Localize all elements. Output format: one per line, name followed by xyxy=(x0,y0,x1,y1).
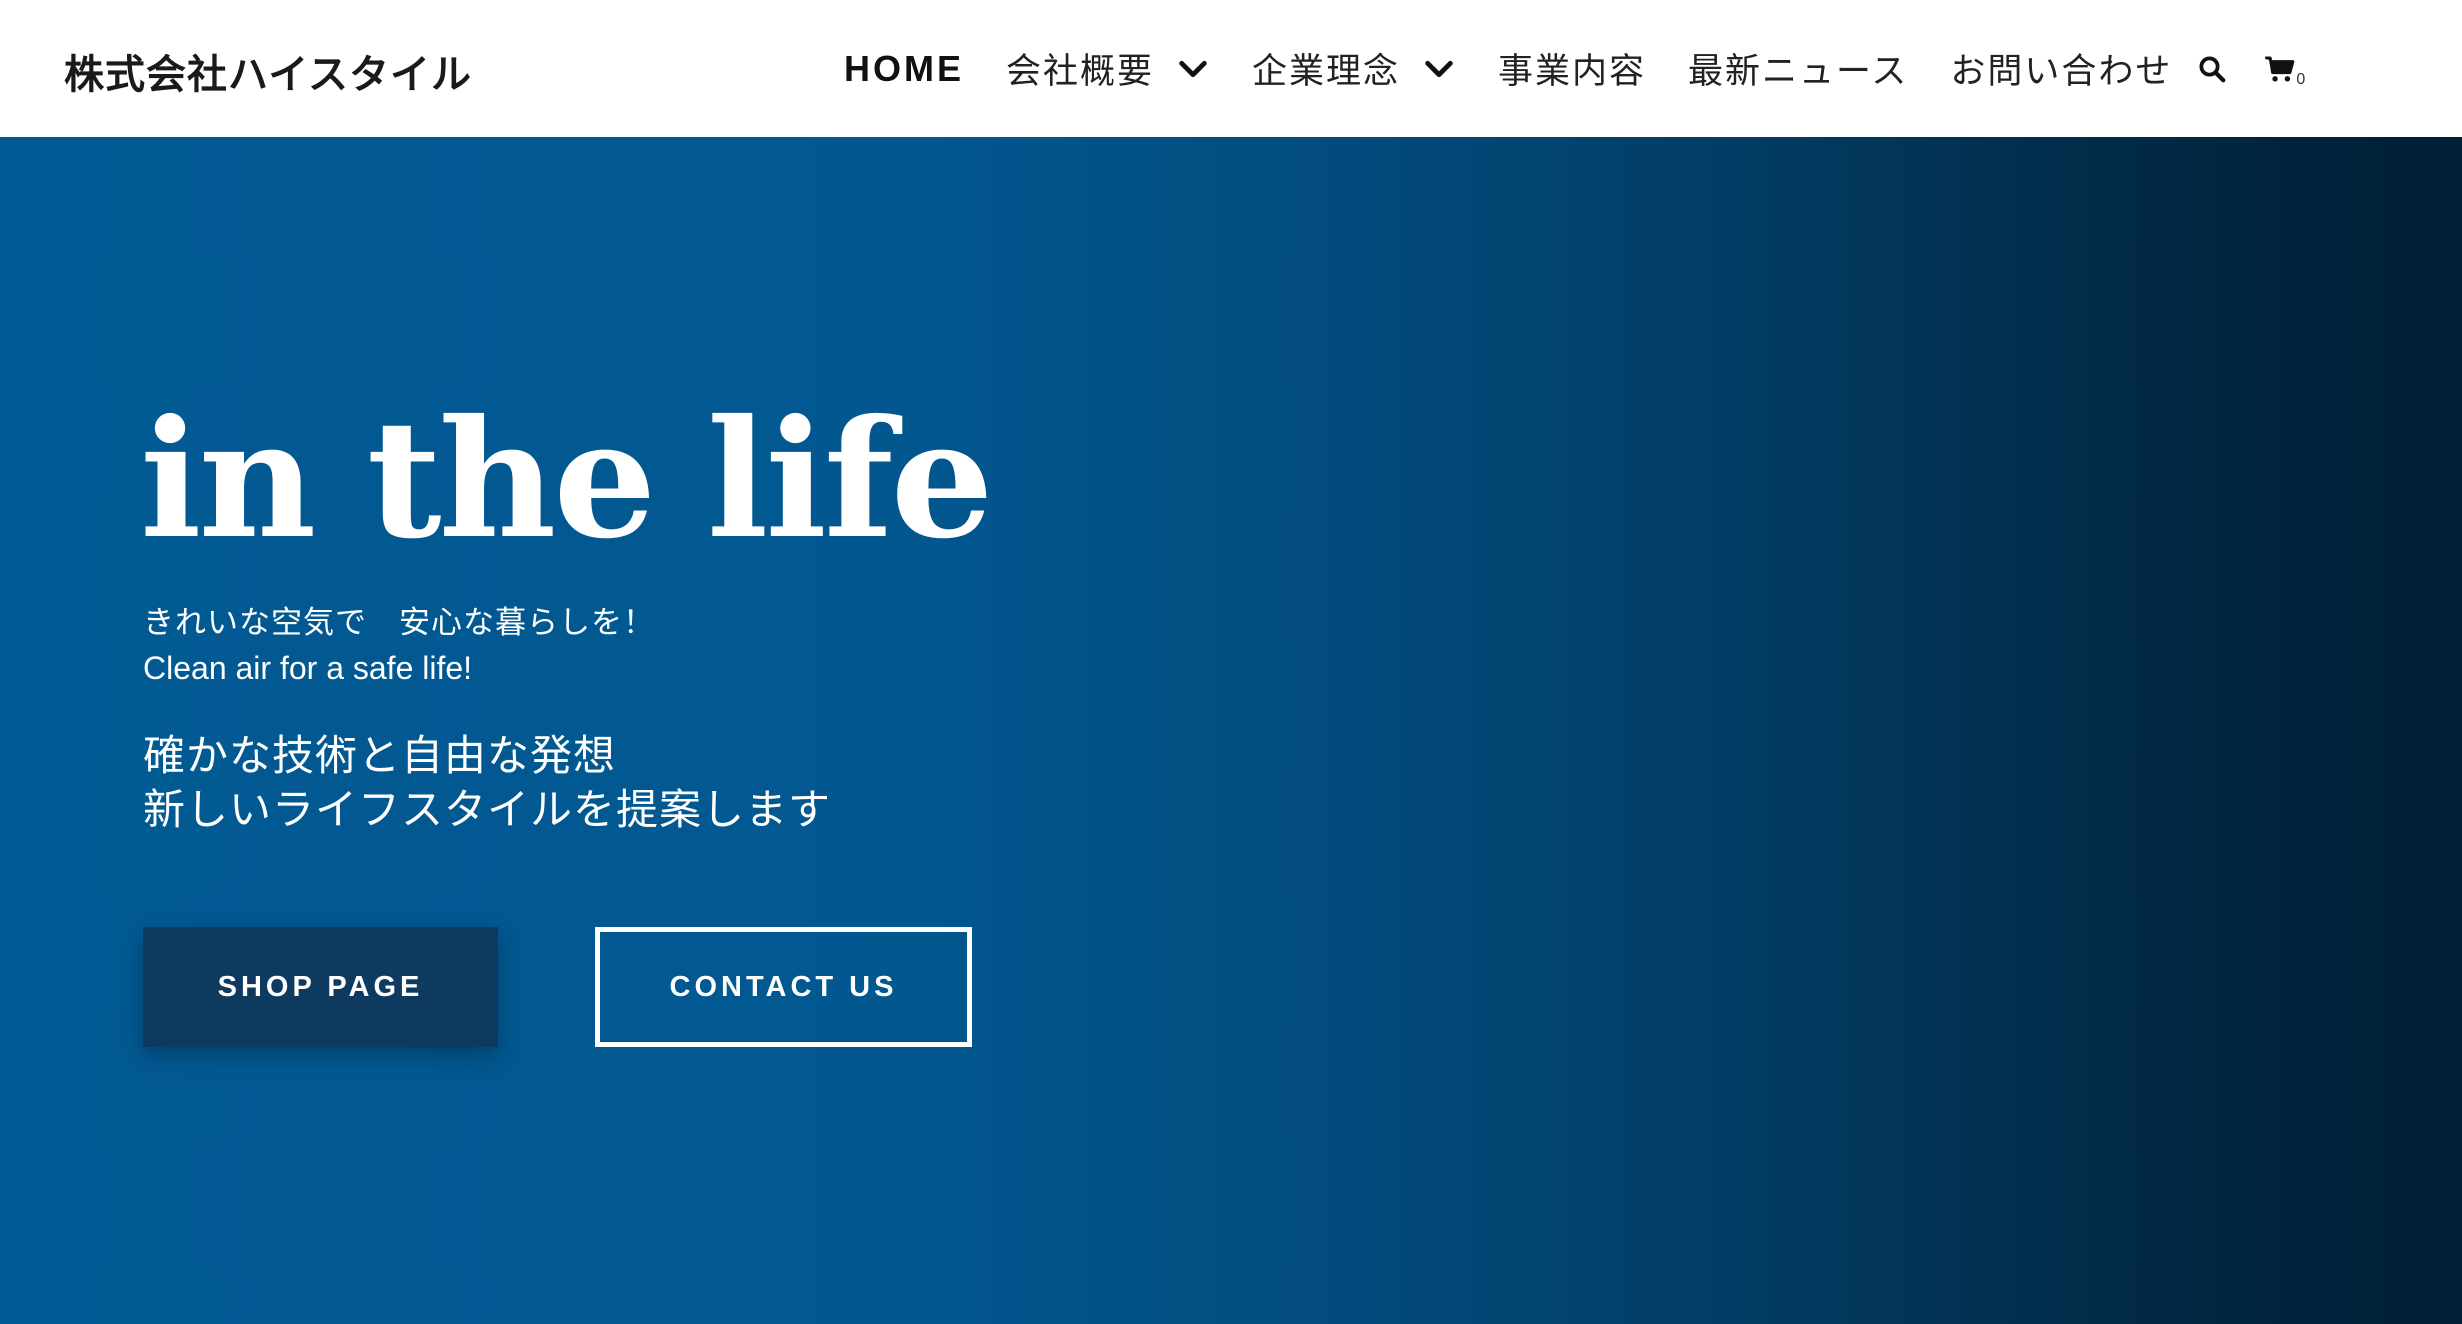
search-button[interactable] xyxy=(2194,51,2230,87)
nav-item-contact[interactable]: お問い合わせ xyxy=(1950,43,2172,94)
cart-count-badge: 0 xyxy=(2296,70,2306,88)
search-icon xyxy=(2199,56,2226,82)
chevron-down-icon[interactable] xyxy=(1422,52,1456,86)
cart-icon xyxy=(2265,55,2295,82)
main-nav: HOME 会社概要 企業理念 事業内容 最新ニュース お問い合わせ 0 xyxy=(844,0,2305,137)
hero-description-line-2: 新しいライフスタイルを提案します xyxy=(143,785,832,834)
nav-item-company-label: 会社概要 xyxy=(1006,52,1155,92)
site-header: 株式会社ハイスタイル HOME 会社概要 企業理念 事業内容 最新ニュース お問… xyxy=(0,0,2462,137)
nav-item-news[interactable]: 最新ニュース xyxy=(1688,43,1908,94)
hero-subtitle-en: Clean air for a safe life! xyxy=(143,650,473,686)
hero-title: in the life xyxy=(140,385,994,575)
shop-page-button[interactable]: SHOP PAGE xyxy=(143,927,498,1047)
hero-description-line-1: 確かな技術と自由な発想 xyxy=(143,731,617,780)
contact-us-button[interactable]: CONTACT US xyxy=(595,927,972,1047)
nav-item-philosophy[interactable]: 企業理念 xyxy=(1252,43,1456,94)
cart-button[interactable]: 0 xyxy=(2260,51,2305,88)
nav-item-home[interactable]: HOME xyxy=(844,48,964,90)
hero-section: in the life きれいな空気で 安心な暮らしを！ Clean air f… xyxy=(0,137,2462,1324)
site-logo[interactable]: 株式会社ハイスタイル xyxy=(64,42,472,100)
nav-item-philosophy-label: 企業理念 xyxy=(1252,52,1401,92)
nav-item-business[interactable]: 事業内容 xyxy=(1498,43,1646,94)
hero-description: 確かな技術と自由な発想 新しいライフスタイルを提案します xyxy=(143,729,831,837)
nav-item-company[interactable]: 会社概要 xyxy=(1006,43,1210,94)
chevron-down-icon[interactable] xyxy=(1176,52,1210,86)
hero-subtitle-ja: きれいな空気で 安心な暮らしを！ xyxy=(143,605,655,641)
